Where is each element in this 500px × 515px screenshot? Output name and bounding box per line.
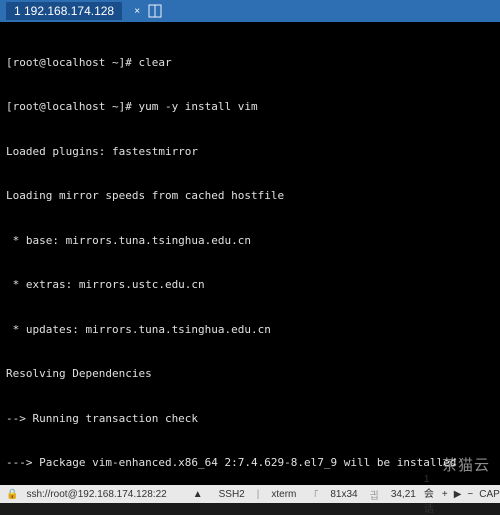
terminal-line: * base: mirrors.tuna.tsinghua.edu.cn: [6, 234, 494, 249]
status-position: 34,21: [391, 489, 416, 500]
status-connection: ssh://root@192.168.174.128:22: [26, 489, 166, 500]
terminal-line: Loaded plugins: fastestmirror: [6, 145, 494, 160]
status-size: 81x34: [330, 489, 357, 500]
play-icon[interactable]: ▶: [454, 489, 462, 500]
lock-icon: 🔒: [6, 489, 18, 500]
window-titlebar: 1 192.168.174.128 ×: [0, 0, 500, 22]
status-term: xterm: [271, 489, 296, 500]
status-sessions: 1 会话: [424, 474, 434, 515]
terminal-line: * updates: mirrors.tuna.tsinghua.edu.cn: [6, 323, 494, 338]
terminal-output[interactable]: [root@localhost ~]# clear [root@localhos…: [0, 22, 500, 485]
terminal-line: * extras: mirrors.ustc.edu.cn: [6, 278, 494, 293]
status-bar: 🔒 ssh://root@192.168.174.128:22 ▲ SSH2 |…: [0, 485, 500, 503]
terminal-line: ---> Package vim-enhanced.x86_64 2:7.4.6…: [6, 456, 494, 471]
split-pane-icon[interactable]: [148, 4, 162, 18]
tab-label[interactable]: 1 192.168.174.128: [6, 2, 122, 20]
zoom-out-button[interactable]: −: [467, 489, 473, 500]
caret-up-icon[interactable]: ▲: [193, 489, 203, 500]
terminal-line: Loading mirror speeds from cached hostfi…: [6, 189, 494, 204]
status-ssh: SSH2: [219, 489, 245, 500]
terminal-line: [root@localhost ~]# yum -y install vim: [6, 100, 494, 115]
status-cap: CAP: [479, 489, 500, 500]
terminal-line: [root@localhost ~]# clear: [6, 56, 494, 71]
zoom-in-button[interactable]: +: [442, 489, 448, 500]
terminal-line: --> Running transaction check: [6, 412, 494, 427]
terminal-line: Resolving Dependencies: [6, 367, 494, 382]
tab-close-button[interactable]: ×: [130, 4, 144, 18]
